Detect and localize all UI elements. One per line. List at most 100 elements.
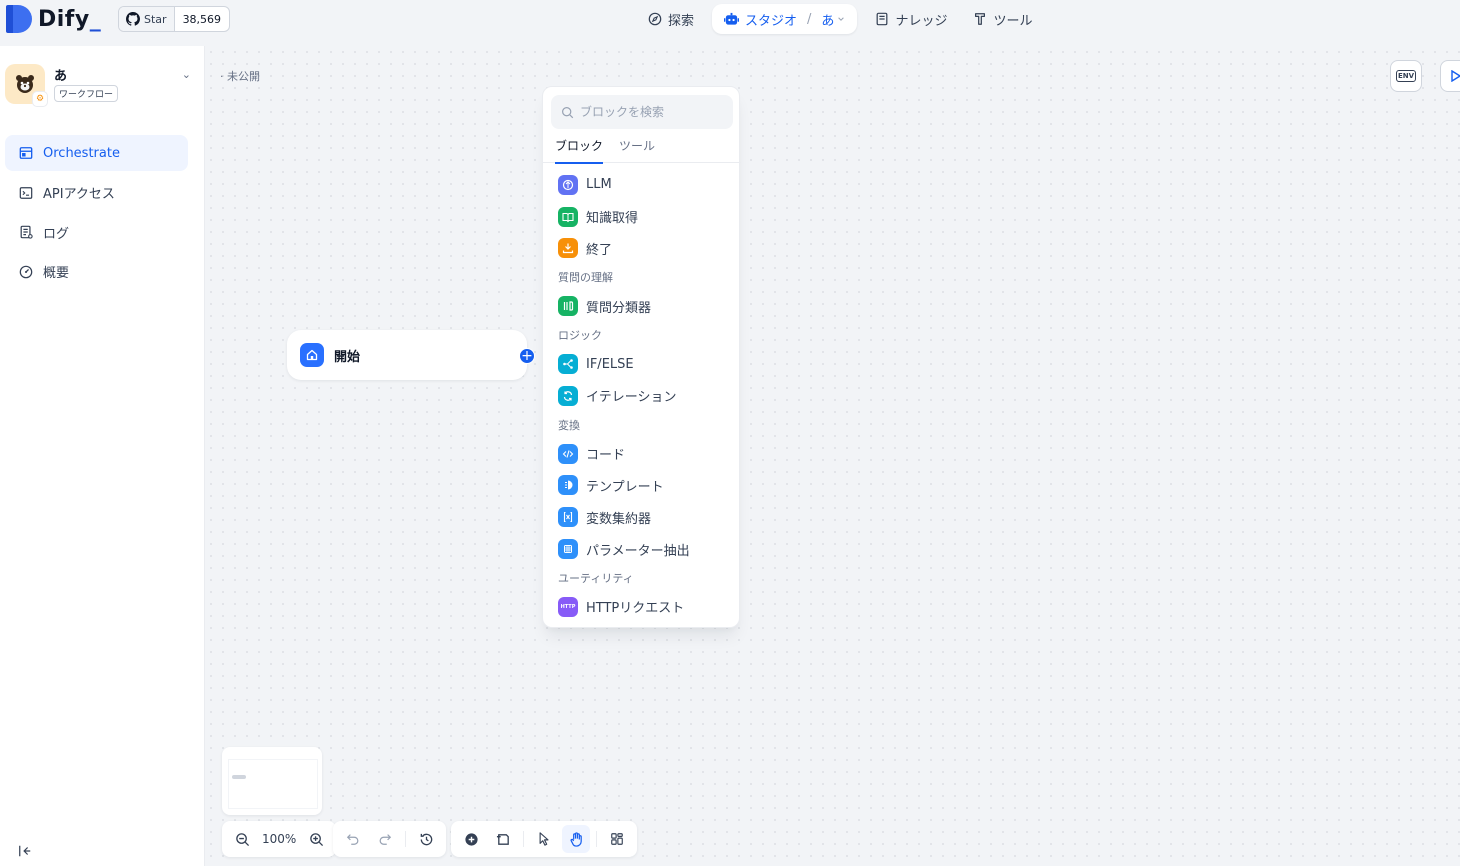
block-item-label: パラメーター抽出 [586,543,690,559]
classifier-icon [558,296,578,317]
search-icon [562,106,574,118]
minimap-node [232,775,246,779]
hammer-icon [975,13,986,25]
sidebar-item-orchestrate[interactable]: Orchestrate [5,135,188,171]
gauge-icon [19,265,33,278]
book-icon [877,12,888,26]
github-icon [126,12,140,26]
app-sidebar: ⚙ あ ワークフロー ⌄ Orchestrate APIアクセス ログ 概要 [0,46,205,866]
block-item-code[interactable]: コード [543,438,741,470]
block-item-question-classifier[interactable]: 質問分類器 [543,290,741,322]
parameter-icon [558,539,578,560]
env-button[interactable]: ENV [1390,60,1422,92]
group-transform: 変換 [558,418,580,432]
block-item-variable-aggregator[interactable]: 変数集約器 [543,501,741,533]
block-item-end[interactable]: 終了 [543,233,741,265]
history-icon [420,833,432,845]
main-nav: 探索 スタジオ / あ ナレッジ ツール [640,4,1040,34]
block-item-label: HTTPリクエスト [586,601,685,617]
sidebar-item-label: 概要 [43,266,70,281]
branch-icon [558,354,578,375]
undo-button[interactable] [339,825,367,853]
note-icon [496,833,509,845]
robot-icon [724,12,740,25]
add-node-handle[interactable]: + [519,348,535,364]
zoom-in-button[interactable] [302,825,330,853]
zoom-in-icon [310,832,323,846]
app-type-badge: ワークフロー [54,85,119,102]
tab-blocks[interactable]: ブロック [555,135,604,164]
block-item-label: イテレーション [586,390,677,406]
nav-knowledge[interactable]: ナレッジ [867,4,955,34]
block-item-llm[interactable]: LLM [543,169,741,201]
minimap-viewport [228,759,318,809]
home-icon [300,343,324,367]
sidebar-item-logs[interactable]: ログ [5,214,188,250]
nav-explore[interactable]: 探索 [640,4,702,34]
sidebar-item-label: ログ [43,226,70,242]
block-item-label: テンプレート [586,479,664,495]
llm-icon [558,174,578,195]
nav-studio-label: スタジオ [745,13,798,29]
group-logic: ロジック [558,329,602,343]
nav-knowledge-label: ナレッジ [895,13,948,29]
run-button[interactable] [1440,60,1460,92]
http-icon: HTTP [558,596,578,617]
studio-app-selector[interactable]: あ [821,10,845,29]
sidebar-item-label: APIアクセス [43,187,115,202]
block-item-knowledge-retrieval[interactable]: 知識取得 [543,201,741,233]
start-node[interactable]: 開始 [287,330,527,380]
block-item-if-else[interactable]: IF/ELSE [543,348,741,380]
github-star-label: Star [144,12,167,26]
block-item-label: 知識取得 [586,211,639,227]
sidebar-item-overview[interactable]: 概要 [5,254,188,290]
terminal-icon [19,186,33,199]
block-item-label: 終了 [586,242,613,258]
sidebar-item-label: Orchestrate [43,145,120,161]
compass-icon [648,12,662,26]
group-question-understanding: 質問の理解 [558,271,613,285]
zoom-out-button[interactable] [228,825,256,853]
tab-tools[interactable]: ツール [619,135,655,163]
undo-icon [346,834,359,845]
app-header[interactable]: ⚙ あ ワークフロー ⌄ [5,64,195,108]
block-item-parameter-extractor[interactable]: パラメーター抽出 [543,533,741,565]
nav-tools[interactable]: ツール [965,4,1040,34]
code-icon [558,443,578,464]
dify-logo[interactable]: Dify_ [6,4,101,34]
zoom-out-icon [235,832,249,846]
brand-name: Dify [38,6,90,32]
block-item-iteration[interactable]: イテレーション [543,380,741,412]
hand-mode-button[interactable] [562,825,590,853]
add-block-button[interactable] [457,825,485,853]
block-item-http-request[interactable]: HTTP HTTPリクエスト [543,591,741,623]
block-search-input[interactable] [580,105,720,119]
version-history-button[interactable] [412,825,440,853]
chevron-down-icon[interactable]: ⌄ [182,68,191,81]
start-node-label: 開始 [334,349,361,365]
zoom-toolbar: 100% [222,821,337,857]
add-note-button[interactable] [489,825,517,853]
nav-studio[interactable]: スタジオ / あ [712,4,858,34]
block-picker: ブロック ツール LLM 知識取得 終了 質問の理解 質問分類器 ロジック IF… [542,86,741,628]
sidebar-item-api-access[interactable]: APIアクセス [5,175,188,211]
github-star-count: 38,569 [182,12,222,26]
block-item-label: IF/ELSE [586,356,634,372]
redo-button[interactable] [371,825,399,853]
collapse-sidebar-icon[interactable] [18,844,32,858]
zoom-level[interactable]: 100% [260,832,298,846]
organize-blocks-button[interactable] [603,825,631,853]
github-star-button[interactable]: Star 38,569 [118,6,231,32]
template-icon [558,475,578,496]
nav-tools-label: ツール [993,13,1033,29]
plus-circle-icon [464,832,478,846]
minimap[interactable] [222,747,322,815]
app-avatar: ⚙ [5,64,48,107]
studio-app-name: あ [821,13,835,29]
block-item-template[interactable]: テンプレート [543,470,741,502]
env-icon: ENV [1395,70,1417,82]
workflow-canvas[interactable]: · 未公開 ENV 開始 + 100% [205,46,1460,866]
chevron-down-icon [838,17,845,21]
pointer-mode-button[interactable] [530,825,558,853]
block-item-label: 変数集約器 [586,511,652,527]
